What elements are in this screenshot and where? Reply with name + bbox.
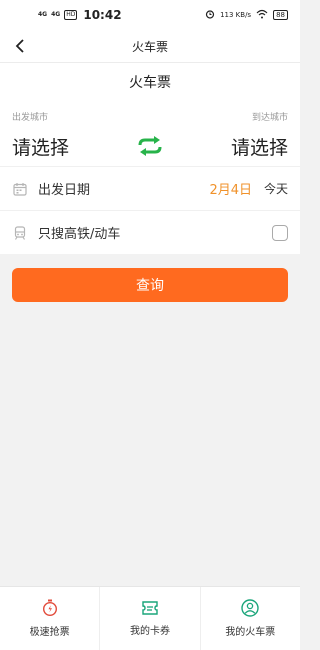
user-circle-icon — [241, 599, 260, 617]
date-row[interactable]: 出发日期 2月4日 今天 — [0, 166, 300, 210]
city-row: 请选择 请选择 — [0, 126, 300, 166]
battery-indicator: 88 — [273, 10, 288, 20]
signal-2-indicator: 4G — [51, 11, 61, 18]
tab-my-coupons-label: 我的卡券 — [129, 626, 170, 637]
status-left: 4G 4G HD 10:42 — [38, 8, 122, 22]
date-day-label: 今天 — [263, 182, 288, 196]
train-icon — [12, 225, 28, 241]
to-city-label: 到达城市 — [251, 113, 288, 123]
search-wrap: 查询 — [0, 254, 300, 302]
tab-quick-grab-label: 极速抢票 — [29, 627, 70, 638]
swap-cities-button[interactable] — [133, 133, 167, 159]
net-speed: 113 KB/s — [220, 11, 252, 19]
tab-my-coupons[interactable]: 我的卡券 — [99, 587, 199, 650]
status-right: 113 KB/s 88 — [205, 9, 288, 21]
stopwatch-icon — [42, 599, 57, 617]
chevron-left-icon — [15, 39, 24, 53]
alarm-icon — [205, 9, 215, 21]
from-city-select[interactable]: 请选择 — [12, 133, 69, 160]
back-button[interactable] — [10, 36, 30, 56]
high-speed-row[interactable]: 只搜高铁/动车 — [0, 210, 300, 254]
nav-bar: 火车票 — [0, 30, 300, 62]
calendar-icon — [12, 181, 28, 197]
tab-quick-grab[interactable]: 极速抢票 — [0, 587, 99, 650]
wifi-icon — [256, 9, 268, 21]
card-title: 火车票 — [0, 62, 300, 100]
hd-badge: HD — [64, 10, 78, 20]
nav-title: 火车票 — [131, 39, 168, 54]
tab-my-train-tickets-label: 我的火车票 — [225, 627, 276, 638]
swap-arrows-icon — [138, 136, 162, 156]
search-button[interactable]: 查询 — [12, 268, 288, 302]
booking-card: 火车票 出发城市 到达城市 请选择 请选择 出发日期 2月4日 今天 只搜高铁/… — [0, 62, 300, 254]
bottom-tab-bar: 极速抢票 我的卡券 我的火车票 — [0, 586, 300, 650]
to-city-select[interactable]: 请选择 — [231, 133, 288, 160]
city-labels: 出发城市 到达城市 — [0, 100, 300, 126]
date-value: 2月4日 — [209, 183, 252, 198]
status-time: 10:42 — [83, 8, 122, 22]
high-speed-label: 只搜高铁/动车 — [38, 227, 121, 242]
signal-1-indicator: 4G — [38, 11, 48, 18]
high-speed-checkbox[interactable] — [272, 224, 288, 241]
status-bar: 4G 4G HD 10:42 113 KB/s 88 — [0, 0, 300, 30]
from-city-label: 出发城市 — [12, 113, 49, 123]
date-label: 出发日期 — [38, 183, 91, 198]
tab-my-train-tickets[interactable]: 我的火车票 — [199, 587, 300, 650]
ticket-coupon-icon — [142, 601, 158, 615]
